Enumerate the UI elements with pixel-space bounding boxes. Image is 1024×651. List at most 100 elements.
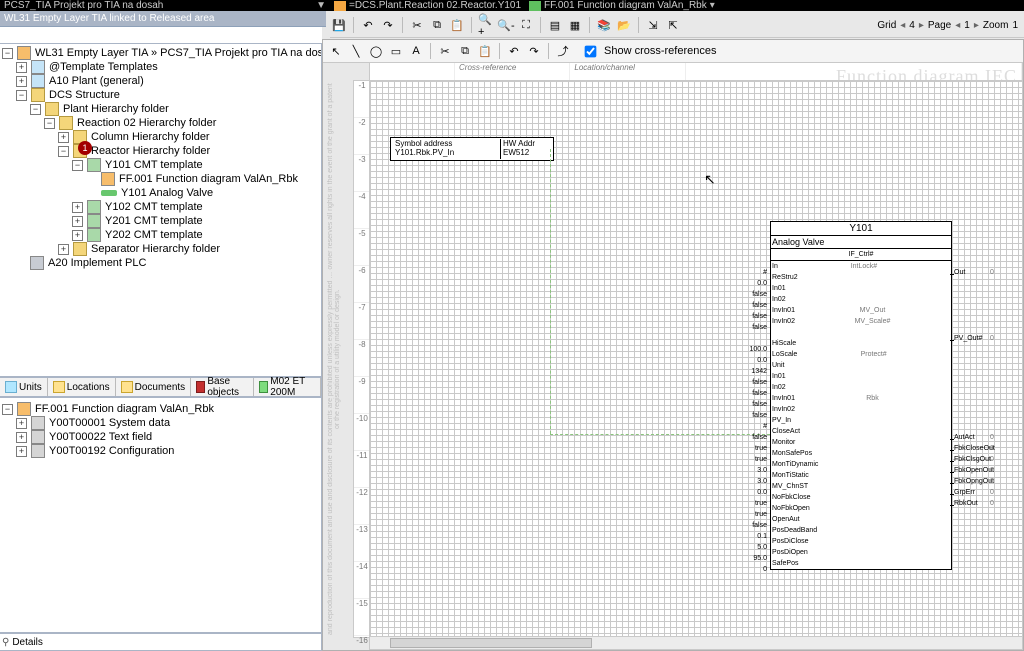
cut-button[interactable]: ✂ bbox=[408, 16, 426, 34]
page-next[interactable]: ▸ bbox=[974, 20, 979, 31]
tree-root[interactable]: WL31 Empty Layer TIA » PCS7_TIA Projekt … bbox=[35, 47, 322, 59]
open-button[interactable]: 📂 bbox=[615, 16, 633, 34]
grid-area[interactable]: Symbol address Y101.Rbk.PV_In HW Addr EW… bbox=[369, 80, 1023, 638]
block-pin-row[interactable]: InvIn01Rbk bbox=[771, 393, 951, 404]
pin-icon[interactable]: ⚲ bbox=[2, 637, 9, 648]
pin-output-default: 0 bbox=[990, 456, 994, 463]
block-output-pin[interactable]: FbkCloseOut bbox=[954, 445, 995, 452]
block-pin-row[interactable]: MonSafePos bbox=[771, 448, 951, 459]
pin-default-value: 100.0 bbox=[733, 346, 767, 353]
block-pin-row[interactable]: In01 bbox=[771, 371, 951, 382]
close-tab-icon[interactable]: ▾ bbox=[710, 0, 715, 11]
block-output-pin[interactable]: FbkClsgOut bbox=[954, 456, 991, 463]
project-dropdown-icon[interactable]: ▼ bbox=[316, 0, 326, 11]
grid-prev[interactable]: ◂ bbox=[900, 20, 905, 31]
block-pin-row[interactable]: PosDiOpen bbox=[771, 547, 951, 558]
paste-button[interactable]: 📋 bbox=[448, 16, 466, 34]
block-pin-row[interactable]: NoFbkClose bbox=[771, 492, 951, 503]
block-pin-row[interactable]: OpenAut bbox=[771, 514, 951, 525]
block-pin-row[interactable]: HiScale bbox=[771, 338, 951, 349]
export-button[interactable]: ⇲ bbox=[644, 16, 662, 34]
show-crossref-checkbox[interactable] bbox=[585, 45, 597, 57]
zoom-fit-button[interactable]: ⛶ bbox=[517, 16, 535, 34]
block-pin-row[interactable]: CloseAct bbox=[771, 426, 951, 437]
block-output-pin[interactable]: AutAct bbox=[954, 434, 975, 441]
expand-icon[interactable]: + bbox=[16, 62, 27, 73]
selected-tree-item[interactable]: FF.001 Function diagram ValAn_Rbk bbox=[119, 173, 298, 185]
text-tool[interactable]: A bbox=[407, 42, 425, 60]
zoom-in-button[interactable]: 🔍+ bbox=[477, 16, 495, 34]
tab-documents[interactable]: Documents bbox=[116, 378, 192, 396]
grid-next[interactable]: ▸ bbox=[919, 20, 924, 31]
pin-output-default: 0 bbox=[990, 467, 994, 474]
tab-base-objects[interactable]: Base objects bbox=[191, 378, 254, 396]
block-pin-row[interactable]: InvIn02 bbox=[771, 404, 951, 415]
block-pin-row[interactable] bbox=[771, 327, 951, 338]
block-pin-row[interactable]: MonTiStatic bbox=[771, 470, 951, 481]
undo-button[interactable]: ↶ bbox=[359, 16, 377, 34]
block-pin-row[interactable]: Unit bbox=[771, 360, 951, 371]
cut-button[interactable]: ✂ bbox=[436, 42, 454, 60]
redo-button[interactable]: ↷ bbox=[379, 16, 397, 34]
assignment-tree[interactable]: − FF.001 Function diagram ValAn_Rbk + Y0… bbox=[0, 397, 322, 633]
horizontal-scrollbar[interactable] bbox=[369, 636, 1023, 650]
ref-button[interactable]: ⤴ bbox=[554, 42, 572, 60]
symbol-address-box[interactable]: Symbol address Y101.Rbk.PV_In HW Addr EW… bbox=[390, 137, 554, 161]
block-pin-row[interactable]: ReStru2 bbox=[771, 272, 951, 283]
block-pin-row[interactable]: InvIn01MV_Out bbox=[771, 305, 951, 316]
pin-default-value: 0.0 bbox=[733, 357, 767, 364]
block-pin-row[interactable]: InvIn02MV_Scale# bbox=[771, 316, 951, 327]
select-tool[interactable]: ↖ bbox=[327, 42, 345, 60]
block-output-pin[interactable]: FbkOpenOut bbox=[954, 467, 994, 474]
zoom-out-button[interactable]: 🔍- bbox=[497, 16, 515, 34]
save-button[interactable]: 💾 bbox=[330, 16, 348, 34]
page-prev[interactable]: ◂ bbox=[955, 20, 960, 31]
project-tree[interactable]: − WL31 Empty Layer TIA » PCS7_TIA Projek… bbox=[0, 43, 322, 377]
expand-icon[interactable]: − bbox=[2, 48, 13, 59]
scrollbar-thumb[interactable] bbox=[390, 638, 592, 648]
block-pin-row[interactable]: MV_ChnST bbox=[771, 481, 951, 492]
block-pin-row[interactable]: PV_In bbox=[771, 415, 951, 426]
block-pin-row[interactable]: SafePos bbox=[771, 558, 951, 569]
block-pin-row[interactable]: In02 bbox=[771, 382, 951, 393]
block-pin-row[interactable]: PosDeadBand bbox=[771, 525, 951, 536]
open-diagram-tab[interactable]: FF.001 Function diagram ValAn_Rbk ▾ bbox=[529, 0, 715, 11]
block-pin-row[interactable]: MonTiDynamic bbox=[771, 459, 951, 470]
block-pin-row[interactable]: In01 bbox=[771, 283, 951, 294]
show-crossref-toggle[interactable]: Show cross-references bbox=[580, 42, 717, 61]
tab-units[interactable]: Units bbox=[0, 378, 48, 396]
pin-default-value: # bbox=[733, 423, 767, 430]
block-output-pin[interactable]: GrpErr bbox=[954, 489, 975, 496]
function-block[interactable]: Y101 Analog Valve IF_Ctrl# InIntLock#ReS… bbox=[770, 221, 952, 570]
active-path-tab[interactable]: =DCS.Plant.Reaction 02.Reactor.Y101 bbox=[334, 0, 521, 11]
redo-button[interactable]: ↷ bbox=[525, 42, 543, 60]
import-button[interactable]: ⇱ bbox=[664, 16, 682, 34]
details-bar[interactable]: ⚲ Details bbox=[0, 633, 322, 651]
grid-button[interactable]: ▦ bbox=[566, 16, 584, 34]
block-pin-row[interactable]: InIntLock# bbox=[771, 261, 951, 272]
line-tool[interactable]: ╲ bbox=[347, 42, 365, 60]
library-button[interactable]: 📚 bbox=[595, 16, 613, 34]
copy-button[interactable]: ⧉ bbox=[456, 42, 474, 60]
diagram-canvas[interactable]: ↖ ╲ ◯ ▭ A ✂ ⧉ 📋 ↶ ↷ ⤴ Show cross-referen… bbox=[322, 39, 1024, 651]
tab-hardware[interactable]: M02 ET 200M bbox=[254, 378, 321, 396]
window-header: PCS7_TIA Projekt pro TIA na dosah ▼ =DCS… bbox=[0, 0, 1024, 11]
copy-button[interactable]: ⧉ bbox=[428, 16, 446, 34]
block-pin-row[interactable]: LoScaleProtect# bbox=[771, 349, 951, 360]
align-button[interactable]: ▤ bbox=[546, 16, 564, 34]
pin-output-default: 0 bbox=[990, 500, 994, 507]
block-pin-row[interactable]: PosDiClose bbox=[771, 536, 951, 547]
tab-locations[interactable]: Locations bbox=[48, 378, 116, 396]
block-output-pin[interactable]: PV_Out# bbox=[954, 335, 982, 342]
paste-button[interactable]: 📋 bbox=[476, 42, 494, 60]
block-output-pin[interactable]: Out bbox=[954, 269, 965, 276]
block-pin-row[interactable]: Monitor bbox=[771, 437, 951, 448]
block-output-pin[interactable]: RbkOut bbox=[954, 500, 978, 507]
pin-default-value: 5.0 bbox=[733, 544, 767, 551]
ellipse-tool[interactable]: ◯ bbox=[367, 42, 385, 60]
block-pin-row[interactable]: In02 bbox=[771, 294, 951, 305]
block-output-pin[interactable]: FbkOpngOut bbox=[954, 478, 994, 485]
undo-button[interactable]: ↶ bbox=[505, 42, 523, 60]
rect-tool[interactable]: ▭ bbox=[387, 42, 405, 60]
block-pin-row[interactable]: NoFbkOpen bbox=[771, 503, 951, 514]
